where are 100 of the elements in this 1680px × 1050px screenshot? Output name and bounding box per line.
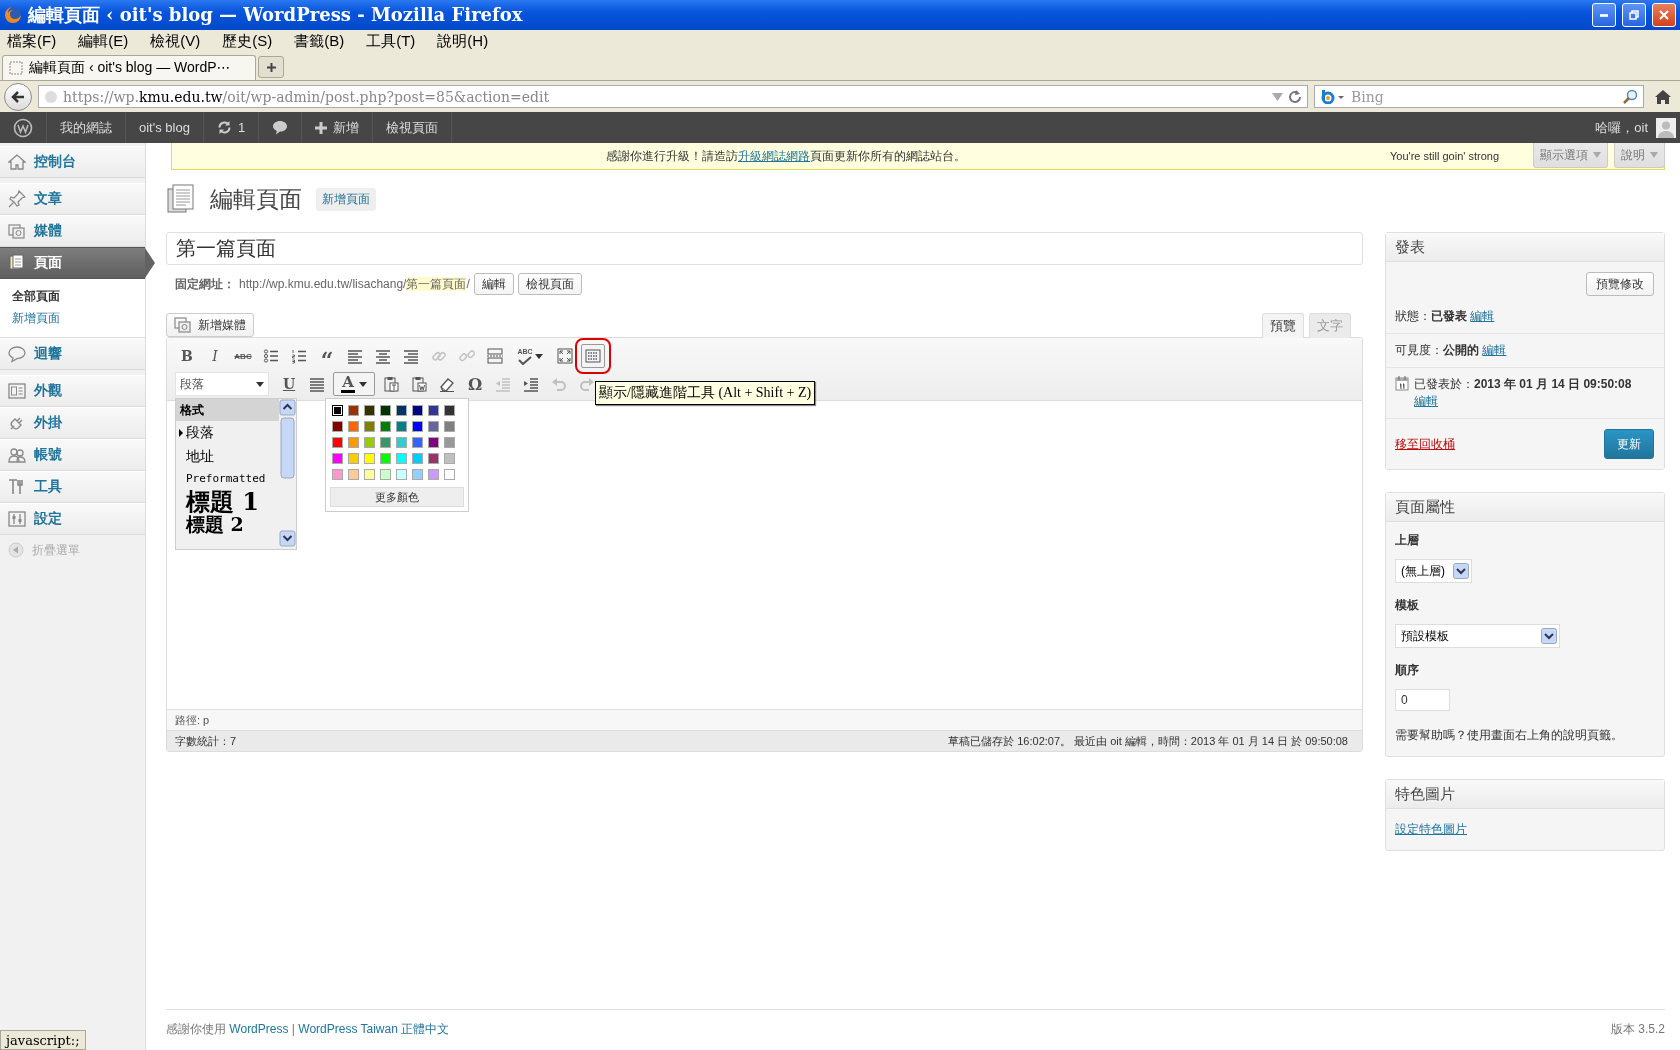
- color-swatch[interactable]: [428, 453, 439, 464]
- menu-item[interactable]: 工具(T): [363, 31, 419, 51]
- color-swatch[interactable]: [412, 437, 423, 448]
- more-colors-button[interactable]: 更多顏色: [330, 487, 464, 507]
- menu-option[interactable]: 標題 2: [176, 514, 279, 537]
- scrollbar[interactable]: [279, 399, 296, 549]
- text-color-button[interactable]: A: [333, 372, 375, 396]
- edit-link[interactable]: 編輯: [1414, 394, 1438, 408]
- footer-link[interactable]: WordPress: [229, 1021, 289, 1036]
- color-swatch[interactable]: [380, 469, 391, 480]
- editor-tab[interactable]: 預覽: [1262, 313, 1304, 338]
- underline-button[interactable]: U: [277, 372, 301, 396]
- back-button[interactable]: [4, 82, 32, 111]
- reload-icon[interactable]: [1288, 89, 1302, 104]
- menu-item[interactable]: 檔案(F): [4, 31, 60, 51]
- title-field[interactable]: 第一篇頁面: [166, 232, 1363, 265]
- color-swatch[interactable]: [332, 405, 343, 416]
- color-swatch[interactable]: [396, 453, 407, 464]
- dropdown-tab[interactable]: 顯示選項: [1533, 143, 1608, 168]
- preview-button[interactable]: 預覽修改: [1586, 272, 1654, 296]
- color-swatch[interactable]: [380, 437, 391, 448]
- color-swatch[interactable]: [444, 469, 455, 480]
- color-swatch[interactable]: [444, 453, 455, 464]
- menu-item[interactable]: 歷史(S): [219, 31, 276, 51]
- sidebar-item[interactable]: 外觀: [0, 375, 145, 407]
- notice-link[interactable]: 升級網誌網路: [738, 148, 810, 163]
- submenu-item[interactable]: 全部頁面: [0, 285, 145, 307]
- add-new-button[interactable]: 新增頁面: [316, 187, 376, 211]
- color-swatch[interactable]: [364, 453, 375, 464]
- logo-icon[interactable]: [13, 117, 33, 138]
- color-swatch[interactable]: [396, 469, 407, 480]
- sidebar-item[interactable]: 文章: [0, 183, 145, 215]
- sidebar-item[interactable]: 設定: [0, 503, 145, 535]
- trash-link[interactable]: 移至回收桶: [1395, 435, 1455, 453]
- color-swatch[interactable]: [428, 405, 439, 416]
- add-media-button[interactable]: 新增媒體: [166, 313, 254, 337]
- color-swatch[interactable]: [348, 421, 359, 432]
- restore-button[interactable]: [1622, 3, 1646, 27]
- color-swatch[interactable]: [364, 421, 375, 432]
- color-swatch[interactable]: [444, 405, 455, 416]
- menu-item[interactable]: 說明(H): [434, 31, 492, 51]
- color-swatch[interactable]: [332, 469, 343, 480]
- bold-button[interactable]: B: [175, 344, 199, 368]
- parent-select[interactable]: (無上層): [1395, 559, 1472, 583]
- menu-item[interactable]: 編輯(E): [75, 31, 132, 51]
- color-swatch[interactable]: [364, 405, 375, 416]
- color-swatch[interactable]: [412, 469, 423, 480]
- color-swatch[interactable]: [348, 469, 359, 480]
- blockquote-button[interactable]: “: [315, 344, 339, 368]
- color-swatch[interactable]: [380, 421, 391, 432]
- color-swatch[interactable]: [348, 437, 359, 448]
- color-swatch[interactable]: [396, 421, 407, 432]
- color-swatch[interactable]: [332, 453, 343, 464]
- menu-option[interactable]: Preformatted: [176, 469, 279, 488]
- format-select[interactable]: 段落: [175, 372, 269, 396]
- color-swatch[interactable]: [412, 405, 423, 416]
- sidebar-item[interactable]: 工具: [0, 471, 145, 503]
- sidebar-item[interactable]: 帳號: [0, 439, 145, 471]
- color-swatch[interactable]: [364, 437, 375, 448]
- search-icon[interactable]: [1622, 88, 1638, 105]
- menu-option[interactable]: 標題 1: [176, 488, 279, 514]
- special-character-button[interactable]: Ω: [463, 372, 487, 396]
- sidebar-item[interactable]: 外掛: [0, 407, 145, 439]
- menu-option[interactable]: 段落: [176, 421, 279, 445]
- color-swatch[interactable]: [444, 421, 455, 432]
- color-swatch[interactable]: [428, 437, 439, 448]
- color-swatch[interactable]: [428, 469, 439, 480]
- color-swatch[interactable]: [444, 437, 455, 448]
- menu-item[interactable]: 書籤(B): [291, 31, 348, 51]
- set-image-link[interactable]: 設定特色圖片: [1395, 822, 1467, 836]
- color-swatch[interactable]: [380, 405, 391, 416]
- search-engine-icon[interactable]: [1320, 89, 1346, 104]
- order-field[interactable]: 0: [1395, 689, 1450, 711]
- permalink-button[interactable]: 檢視頁面: [517, 273, 582, 295]
- new-tab-button[interactable]: [258, 56, 284, 78]
- browser-tab[interactable]: 編輯頁面 ‹ oit's blog — WordP⋯: [2, 55, 256, 80]
- url-field[interactable]: https://wp.kmu.edu.tw/oit/wp-admin/post.php?post=85&action=edit: [38, 85, 1308, 108]
- template-select[interactable]: 預設模板: [1395, 624, 1560, 648]
- color-swatch[interactable]: [412, 421, 423, 432]
- color-swatch[interactable]: [332, 421, 343, 432]
- edit-link[interactable]: 編輯: [1482, 343, 1507, 357]
- color-swatch[interactable]: [412, 453, 423, 464]
- minimize-button[interactable]: [1592, 3, 1616, 27]
- menu-option[interactable]: 地址: [176, 445, 279, 469]
- sidebar-item[interactable]: 媒體: [0, 215, 145, 247]
- color-swatch[interactable]: [428, 421, 439, 432]
- footer-link[interactable]: WordPress Taiwan 正體中文: [298, 1021, 450, 1036]
- greeting-text[interactable]: 哈囉，oit: [1595, 118, 1648, 137]
- color-swatch[interactable]: [380, 453, 391, 464]
- dropdown-tab[interactable]: 說明: [1614, 143, 1665, 168]
- strikethrough-button[interactable]: ABC: [231, 344, 255, 368]
- color-swatch[interactable]: [332, 437, 343, 448]
- sidebar-item[interactable]: 控制台: [0, 146, 145, 178]
- update-button[interactable]: 更新: [1604, 429, 1654, 459]
- close-button[interactable]: [1652, 3, 1676, 27]
- toolbar-toggle-button[interactable]: [581, 344, 605, 368]
- sidebar-item[interactable]: 迴響: [0, 338, 145, 370]
- italic-button[interactable]: I: [203, 344, 227, 368]
- avatar-icon[interactable]: [1656, 117, 1676, 138]
- color-swatch[interactable]: [364, 469, 375, 480]
